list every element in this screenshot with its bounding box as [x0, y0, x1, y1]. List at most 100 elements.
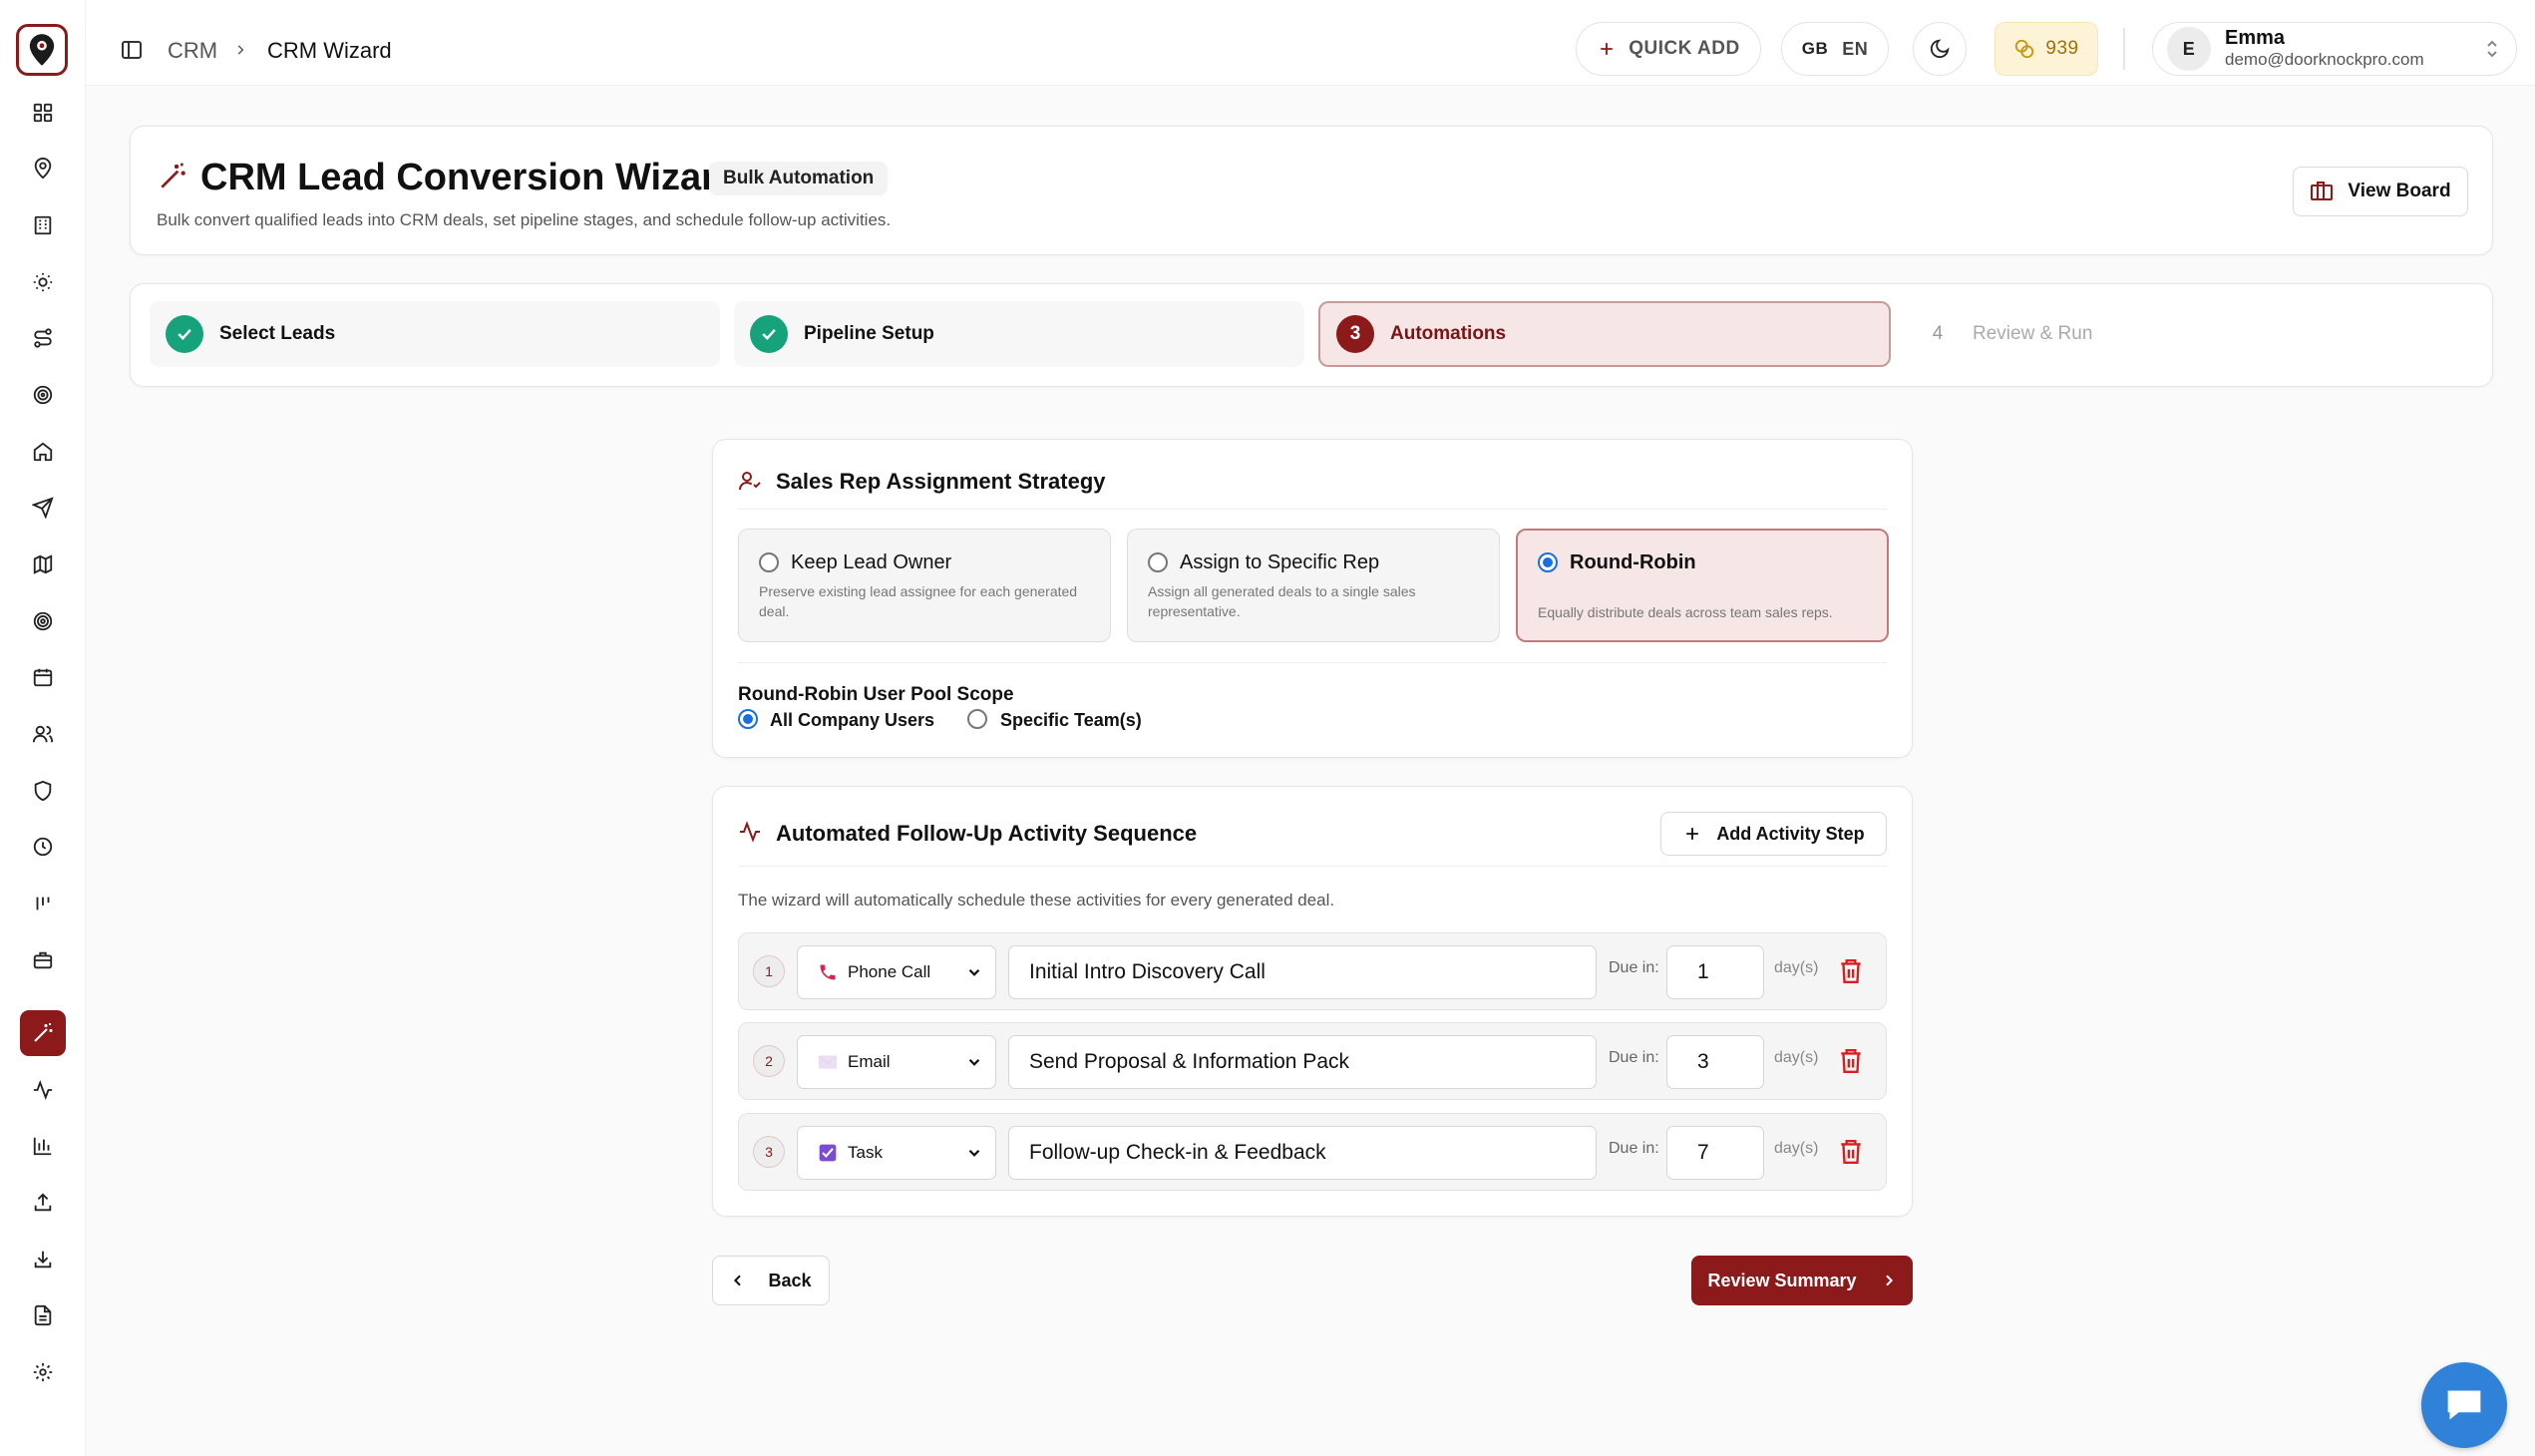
back-button[interactable]: Back [712, 1256, 830, 1305]
radio-specific-teams[interactable] [967, 709, 987, 729]
chevron-right-icon [1885, 1274, 1893, 1286]
map-icon [33, 554, 53, 574]
option-round-robin[interactable]: Round-Robin Equally distribute deals acr… [1516, 529, 1889, 642]
check-circle-icon [750, 315, 788, 353]
activity-icon [33, 1080, 53, 1100]
map-pin-icon [34, 158, 52, 180]
sidebar-item-security[interactable] [20, 768, 66, 814]
radio-specific-rep[interactable] [1148, 552, 1168, 572]
theme-toggle-button[interactable] [1913, 22, 1967, 76]
delete-step-button[interactable] [1838, 1138, 1864, 1166]
activity-subject-input[interactable]: Send Proposal & Information Pack [1008, 1035, 1597, 1089]
wand-icon [34, 1023, 53, 1042]
send-icon [32, 497, 54, 519]
divider [738, 662, 1887, 663]
checkbox-icon [819, 1144, 837, 1162]
delete-step-button[interactable] [1838, 957, 1864, 985]
activity-type-label: Phone Call [848, 962, 931, 981]
file-text-icon [34, 1304, 52, 1326]
due-label: Due in: [1609, 1140, 1659, 1157]
language-code: EN [1842, 38, 1869, 59]
followup-title: Automated Follow-Up Activity Sequence [776, 821, 1198, 846]
sidebar-item-campaigns[interactable] [20, 485, 66, 531]
step-pipeline-setup[interactable]: Pipeline Setup [734, 301, 1304, 367]
sidebar-toggle-icon[interactable] [120, 38, 144, 62]
activity-row: 2 Email Send Proposal & Information Pack… [738, 1022, 1887, 1100]
option-description: Equally distribute deals across team sal… [1538, 604, 1833, 620]
sidebar-item-map[interactable] [20, 542, 66, 587]
activity-subject-input[interactable]: Follow-up Check-in & Feedback [1008, 1126, 1597, 1180]
view-board-button[interactable]: View Board [2293, 167, 2468, 216]
radio-round-robin[interactable] [1538, 552, 1558, 572]
step-review-run[interactable]: 4 Review & Run [1903, 301, 2473, 367]
language-switcher[interactable]: GB EN [1781, 22, 1889, 76]
sidebar-item-settings[interactable] [20, 1349, 66, 1395]
settings-icon [33, 1362, 53, 1382]
due-days-input[interactable]: 1 [1666, 945, 1764, 999]
briefcase-icon [33, 951, 53, 969]
sidebar-item-locations[interactable] [20, 146, 66, 191]
sidebar-item-routes[interactable] [20, 315, 66, 361]
sidebar-item-export[interactable] [20, 1237, 66, 1282]
radio-all-company-users[interactable] [738, 709, 758, 729]
chevron-up-down-icon [2487, 40, 2497, 58]
sidebar-item-import[interactable] [20, 1180, 66, 1226]
building-icon [34, 215, 52, 235]
sidebar-item-radar[interactable] [20, 598, 66, 644]
review-summary-button[interactable]: Review Summary [1691, 1256, 1913, 1305]
sidebar-item-pipeline[interactable] [20, 881, 66, 926]
step-automations[interactable]: 3 Automations [1318, 301, 1891, 367]
chat-widget-button[interactable] [2421, 1362, 2507, 1448]
due-days-input[interactable]: 7 [1666, 1126, 1764, 1180]
sidebar-item-dashboard[interactable] [20, 90, 66, 136]
breadcrumb-crm[interactable]: CRM [168, 38, 217, 64]
app-logo[interactable] [16, 24, 68, 76]
due-label: Due in: [1609, 959, 1659, 976]
step-select-leads[interactable]: Select Leads [150, 301, 720, 367]
shield-icon [34, 780, 52, 802]
sidebar-item-users[interactable] [20, 711, 66, 757]
activity-subject-input[interactable]: Initial Intro Discovery Call [1008, 945, 1597, 999]
sidebar-item-jobs[interactable] [20, 937, 66, 983]
sidebar-item-history[interactable] [20, 824, 66, 870]
divider [738, 866, 1887, 867]
step-label: Automations [1390, 323, 1507, 344]
credits-badge[interactable]: 939 [1994, 22, 2098, 76]
step-label: Review & Run [1973, 323, 2093, 344]
radio-keep-lead-owner[interactable] [759, 552, 779, 572]
user-email: demo@doorknockpro.com [2225, 50, 2424, 69]
quick-add-label: QUICK ADD [1629, 38, 1740, 59]
bar-chart-icon [33, 1137, 52, 1156]
board-icon [2311, 182, 2334, 200]
sidebar-item-documents[interactable] [20, 1292, 66, 1338]
activity-type-select[interactable]: Task [797, 1126, 996, 1180]
sidebar-item-solar[interactable] [20, 259, 66, 305]
due-days-input[interactable]: 3 [1666, 1035, 1764, 1089]
trash-icon [1841, 1049, 1861, 1073]
quick-add-button[interactable]: QUICK ADD [1576, 22, 1761, 76]
sidebar-item-reports[interactable] [20, 1123, 66, 1169]
row-number: 1 [753, 955, 785, 987]
sidebar-item-calendar[interactable] [20, 654, 66, 700]
activity-type-select[interactable]: Email [797, 1035, 996, 1089]
sidebar-item-home[interactable] [20, 429, 66, 475]
sidebar-item-crm-wizard[interactable] [20, 1010, 66, 1056]
activity-icon [738, 820, 762, 844]
days-unit: day(s) [1774, 1049, 1819, 1066]
activity-type-select[interactable]: Phone Call [797, 945, 996, 999]
option-keep-lead-owner[interactable]: Keep Lead Owner Preserve existing lead a… [738, 529, 1111, 642]
step-number: 4 [1932, 323, 1944, 344]
sidebar-item-activity[interactable] [20, 1067, 66, 1113]
plus-icon [1601, 43, 1614, 55]
user-menu[interactable]: E Emma demo@doorknockpro.com [2152, 22, 2517, 76]
sidebar-item-targets[interactable] [20, 372, 66, 418]
step-label: Select Leads [219, 323, 336, 344]
delete-step-button[interactable] [1838, 1047, 1864, 1075]
sidebar-item-buildings[interactable] [20, 202, 66, 248]
option-specific-rep[interactable]: Assign to Specific Rep Assign all genera… [1127, 529, 1500, 642]
option-label: Assign to Specific Rep [1180, 551, 1380, 573]
add-step-label: Add Activity Step [1716, 823, 1865, 844]
chevron-down-icon [968, 968, 980, 976]
step-label: Pipeline Setup [804, 323, 934, 344]
add-activity-step-button[interactable]: Add Activity Step [1660, 812, 1887, 856]
